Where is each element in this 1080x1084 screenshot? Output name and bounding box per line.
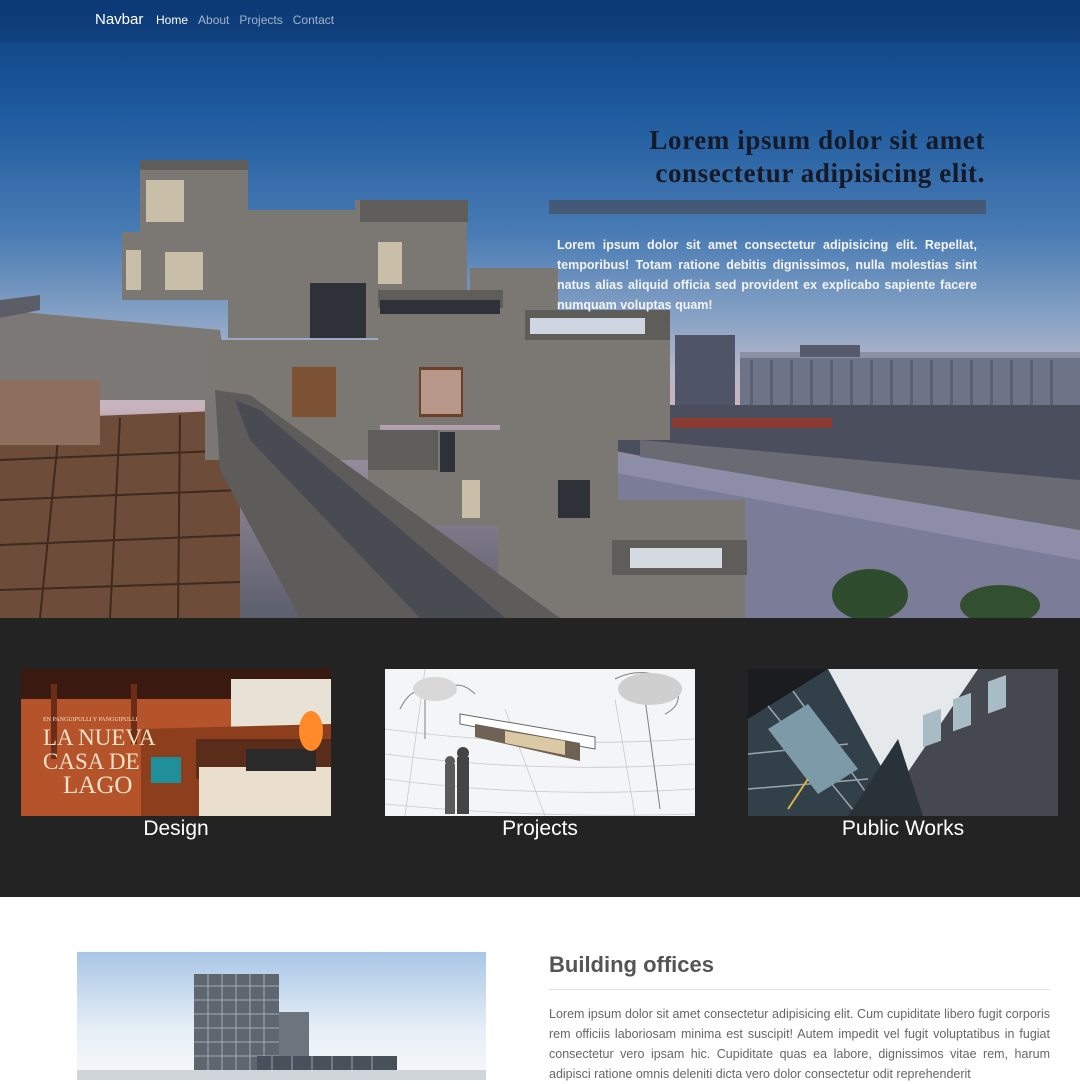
category-card-design[interactable]: EN PANGUIPULLI Y PANGUIPULLI LA NUEVA CA… [21,669,331,841]
section-title: Building offices [549,952,714,977]
categories-section: EN PANGUIPULLI Y PANGUIPULLI LA NUEVA CA… [0,618,1080,897]
design-image-caption-line-1: LA NUEVA [43,725,156,750]
design-image-caption-line-2: CASA DE [43,749,140,774]
hero-section: Navbar Home About Projects Contact Lorem… [0,0,1080,618]
nav-links: Home About Projects Contact [156,13,334,27]
category-card-public-works[interactable]: Public Works [748,669,1058,841]
hero-heading-line-2: consectetur adipisicing elit. [655,158,985,188]
building-offices-section: Building offices Lorem ipsum dolor sit a… [0,897,1080,1081]
category-label-design: Design [143,817,209,840]
design-image: EN PANGUIPULLI Y PANGUIPULLI LA NUEVA CA… [21,669,331,816]
hero-divider [549,200,986,214]
navbar: Navbar Home About Projects Contact [0,0,1080,42]
section-divider [549,989,1050,990]
hero-paragraph: Lorem ipsum dolor sit amet consectetur a… [557,238,977,312]
section-paragraph: Lorem ipsum dolor sit amet consectetur a… [549,1007,1050,1081]
category-card-projects[interactable]: Projects [385,669,695,841]
nav-link-home[interactable]: Home [156,13,188,27]
hero-heading-line-1: Lorem ipsum dolor sit amet [649,125,985,155]
nav-link-projects[interactable]: Projects [239,13,282,27]
hero-heading: Lorem ipsum dolor sit amet consectetur a… [545,124,985,190]
category-label-public-works: Public Works [841,817,965,840]
nav-link-contact[interactable]: Contact [293,13,334,27]
building-offices-image [77,952,486,1080]
nav-link-about[interactable]: About [198,13,229,27]
category-label-projects: Projects [502,817,578,840]
public-works-image [748,669,1058,816]
projects-image [385,669,695,816]
design-image-caption-line-3: LAGO [63,772,132,799]
design-image-caption-small: EN PANGUIPULLI Y PANGUIPULLI [43,717,138,723]
navbar-brand[interactable]: Navbar [95,11,143,28]
